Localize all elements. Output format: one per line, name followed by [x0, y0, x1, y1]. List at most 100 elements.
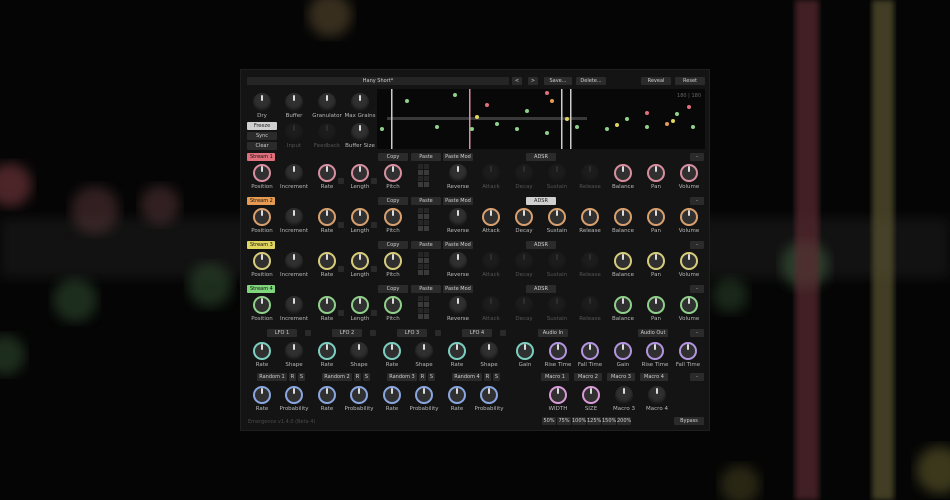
random-rate-knob[interactable] — [448, 386, 466, 404]
stream-pitch-knob[interactable] — [384, 252, 402, 270]
stream-reverse-knob[interactable] — [449, 208, 467, 226]
paste-mod-button[interactable]: Paste Mod — [443, 241, 473, 249]
paste-button[interactable]: Paste — [411, 153, 441, 161]
stream-volume-knob[interactable] — [680, 164, 698, 182]
macro-2-knob[interactable] — [582, 386, 600, 404]
lfo-4-button[interactable]: LFO 4 — [462, 329, 492, 337]
feedback-knob[interactable] — [318, 123, 336, 141]
reveal-button[interactable]: Reveal — [641, 77, 671, 85]
random-s-toggle[interactable]: S — [363, 373, 370, 381]
stream-decay-knob[interactable] — [515, 208, 533, 226]
copy-button[interactable]: Copy — [378, 285, 408, 293]
random-s-toggle[interactable]: S — [493, 373, 500, 381]
random-4-button[interactable]: Random 4 — [452, 373, 482, 381]
mod-toggle[interactable] — [371, 222, 377, 228]
stream-sustain-knob[interactable] — [548, 208, 566, 226]
pitch-step-square[interactable] — [424, 252, 429, 257]
pitch-step-square[interactable] — [418, 314, 423, 319]
stream-reverse-knob[interactable] — [449, 164, 467, 182]
audio-out-menu-button[interactable]: - — [690, 329, 704, 337]
pitch-step-square[interactable] — [424, 314, 429, 319]
copy-button[interactable]: Copy — [378, 197, 408, 205]
lfo-rate-knob[interactable] — [253, 342, 271, 360]
pitch-step-square[interactable] — [418, 226, 423, 231]
buffer-size-knob[interactable] — [351, 123, 369, 141]
stream-volume-knob[interactable] — [680, 252, 698, 270]
zoom-button[interactable]: 50% — [542, 417, 556, 425]
stream-position-knob[interactable] — [253, 296, 271, 314]
mod-toggle[interactable] — [338, 178, 344, 184]
random-s-toggle[interactable]: S — [428, 373, 435, 381]
macro-1-knob[interactable] — [549, 386, 567, 404]
lfo-3-button[interactable]: LFO 3 — [397, 329, 427, 337]
input-knob[interactable] — [285, 123, 303, 141]
reset-button[interactable]: Reset — [675, 77, 705, 85]
lfo-shape-knob[interactable] — [480, 342, 498, 360]
grain-visualizer[interactable]: 180 | 180 — [377, 89, 705, 149]
random-r-toggle[interactable]: R — [419, 373, 426, 381]
stream-sustain-knob[interactable] — [548, 164, 566, 182]
pitch-step-square[interactable] — [424, 270, 429, 275]
pitch-step-square[interactable] — [418, 258, 423, 263]
preset-name-field[interactable]: Hany Short* — [247, 77, 509, 85]
random-s-toggle[interactable]: S — [298, 373, 305, 381]
macro-3-knob[interactable] — [615, 386, 633, 404]
pitch-step-square[interactable] — [424, 226, 429, 231]
paste-button[interactable]: Paste — [411, 197, 441, 205]
macro-3-button[interactable]: Macro 3 — [607, 373, 635, 381]
stream-rate-knob[interactable] — [318, 208, 336, 226]
freeze-button[interactable]: Freeze — [247, 122, 277, 130]
audio-out-fall-knob[interactable] — [679, 342, 697, 360]
stream-release-knob[interactable] — [581, 164, 599, 182]
pitch-step-square[interactable] — [424, 164, 429, 169]
pitch-step-square[interactable] — [424, 176, 429, 181]
random-r-toggle[interactable]: R — [484, 373, 491, 381]
pitch-step-square[interactable] — [418, 214, 423, 219]
lfo-sync-toggle[interactable] — [305, 330, 311, 336]
buffer-knob[interactable] — [285, 93, 303, 111]
paste-mod-button[interactable]: Paste Mod — [443, 197, 473, 205]
random-probability-knob[interactable] — [480, 386, 498, 404]
stream-pan-knob[interactable] — [647, 252, 665, 270]
random-probability-knob[interactable] — [415, 386, 433, 404]
stream-length-knob[interactable] — [351, 252, 369, 270]
lfo-shape-knob[interactable] — [350, 342, 368, 360]
pitch-step-square[interactable] — [418, 164, 423, 169]
max-grains-knob[interactable] — [351, 93, 369, 111]
stream-attack-knob[interactable] — [482, 164, 500, 182]
stream-pitch-knob[interactable] — [384, 296, 402, 314]
stream-balance-knob[interactable] — [614, 164, 632, 182]
zoom-button[interactable]: 75% — [557, 417, 571, 425]
stream-reverse-knob[interactable] — [449, 252, 467, 270]
stream-sustain-knob[interactable] — [548, 296, 566, 314]
save-button[interactable]: Save... — [544, 77, 572, 85]
stream-decay-knob[interactable] — [515, 296, 533, 314]
zoom-button[interactable]: 200% — [617, 417, 631, 425]
lfo-shape-knob[interactable] — [285, 342, 303, 360]
audio-out-rise-knob[interactable] — [646, 342, 664, 360]
pitch-step-square[interactable] — [424, 302, 429, 307]
pitch-step-square[interactable] — [424, 220, 429, 225]
stream-menu-button[interactable]: - — [690, 153, 704, 161]
stream-position-knob[interactable] — [253, 252, 271, 270]
paste-mod-button[interactable]: Paste Mod — [443, 153, 473, 161]
pitch-step-square[interactable] — [424, 258, 429, 263]
stream-position-knob[interactable] — [253, 164, 271, 182]
random-rate-knob[interactable] — [318, 386, 336, 404]
lfo-shape-knob[interactable] — [415, 342, 433, 360]
adsr-button[interactable]: ADSR — [526, 197, 556, 205]
stream-release-knob[interactable] — [581, 296, 599, 314]
lfo-1-button[interactable]: LFO 1 — [267, 329, 297, 337]
pitch-step-square[interactable] — [418, 220, 423, 225]
pitch-step-square[interactable] — [418, 182, 423, 187]
random-probability-knob[interactable] — [285, 386, 303, 404]
stream-1-label[interactable]: Stream 1 — [247, 153, 275, 161]
pitch-step-square[interactable] — [418, 296, 423, 301]
lfo-rate-knob[interactable] — [318, 342, 336, 360]
audio-in-button[interactable]: Audio In — [538, 329, 568, 337]
stream-attack-knob[interactable] — [482, 208, 500, 226]
random-rate-knob[interactable] — [383, 386, 401, 404]
pitch-step-square[interactable] — [418, 308, 423, 313]
stream-pitch-knob[interactable] — [384, 208, 402, 226]
macro-1-button[interactable]: Macro 1 — [541, 373, 569, 381]
